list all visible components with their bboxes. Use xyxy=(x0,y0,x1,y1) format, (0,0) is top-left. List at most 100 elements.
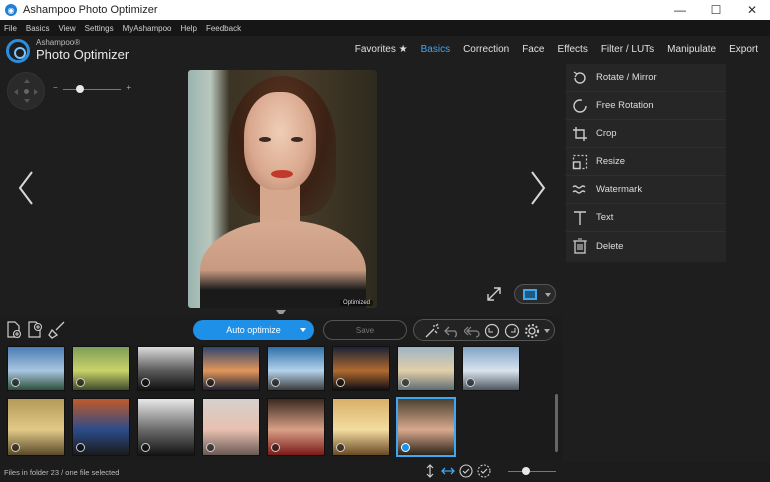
menu-view[interactable]: View xyxy=(58,24,75,33)
checked-icon[interactable] xyxy=(401,443,410,452)
view-mode-toggle[interactable] xyxy=(514,284,556,304)
tab-manipulate[interactable]: Manipulate xyxy=(667,44,716,55)
fit-height-icon[interactable] xyxy=(423,464,437,478)
select-checkbox[interactable] xyxy=(11,378,20,387)
thumbnail-size-knob[interactable] xyxy=(522,467,530,475)
menu-file[interactable]: File xyxy=(4,24,17,33)
menu-myashampoo[interactable]: MyAshampoo xyxy=(123,24,172,33)
select-all-icon[interactable] xyxy=(459,464,473,478)
select-checkbox[interactable] xyxy=(206,378,215,387)
zoom-knob[interactable] xyxy=(76,85,85,93)
menu-basics[interactable]: Basics xyxy=(26,24,50,33)
rotate-right-icon[interactable] xyxy=(504,323,520,339)
thumbnail-night-market[interactable] xyxy=(72,398,130,456)
zoom-out-icon[interactable]: − xyxy=(53,83,58,92)
zoom-slider[interactable]: − + xyxy=(53,83,131,96)
next-image-icon[interactable] xyxy=(528,170,548,206)
close-button[interactable]: ✕ xyxy=(734,0,770,20)
tab-favorites[interactable]: Favorites ★ xyxy=(355,44,408,55)
zoom-track[interactable] xyxy=(63,89,121,90)
panel-item-watermark[interactable]: Watermark xyxy=(566,176,726,204)
menu-feedback[interactable]: Feedback xyxy=(206,24,241,33)
grid-scrollbar[interactable] xyxy=(555,394,558,452)
header: Ashampoo® Photo Optimizer Favorites ★ Ba… xyxy=(0,36,770,66)
thumbnail-bw-canal[interactable] xyxy=(137,398,195,456)
chevron-down-icon[interactable] xyxy=(544,329,550,336)
save-button[interactable]: Save xyxy=(323,320,407,340)
undo-all-icon[interactable] xyxy=(464,323,480,339)
rotate-left-icon[interactable] xyxy=(484,323,500,339)
app-logo-icon: ◉ xyxy=(5,4,17,16)
thumbnail-portrait-golden[interactable] xyxy=(332,398,390,456)
tab-export[interactable]: Export xyxy=(729,44,758,55)
tab-effects[interactable]: Effects xyxy=(557,44,587,55)
select-checkbox[interactable] xyxy=(141,443,150,452)
panel-item-text[interactable]: Text xyxy=(566,204,726,232)
clear-list-broom-icon[interactable] xyxy=(48,321,66,339)
thumbnail-portrait-soft[interactable] xyxy=(202,398,260,456)
select-checkbox[interactable] xyxy=(336,378,345,387)
thumbnail-sunset-coast[interactable] xyxy=(202,346,260,391)
select-checkbox[interactable] xyxy=(466,378,475,387)
panel-item-label: Text xyxy=(596,212,614,223)
gear-icon[interactable] xyxy=(524,323,540,339)
single-view-icon[interactable] xyxy=(523,289,537,300)
thumbnail-skyline-water[interactable] xyxy=(397,346,455,391)
menu-bar: File Basics View Settings MyAshampoo Hel… xyxy=(0,20,770,36)
thumbnail-bw-street[interactable] xyxy=(137,346,195,391)
select-checkbox[interactable] xyxy=(271,378,280,387)
tab-basics[interactable]: Basics xyxy=(421,44,450,55)
pan-right-icon[interactable] xyxy=(34,89,41,95)
tab-filter-luts[interactable]: Filter / LUTs xyxy=(601,44,654,55)
thumbnail-size-slider[interactable] xyxy=(508,471,556,472)
panel-item-delete[interactable]: Delete xyxy=(566,232,726,260)
menu-settings[interactable]: Settings xyxy=(85,24,114,33)
thumbnail-alpine-lake[interactable] xyxy=(267,346,325,391)
thumbnail-city-night[interactable] xyxy=(332,346,390,391)
menu-help[interactable]: Help xyxy=(180,24,196,33)
thumbnail-portrait-selected[interactable] xyxy=(396,397,456,457)
tab-correction[interactable]: Correction xyxy=(463,44,509,55)
crop-icon xyxy=(571,125,589,143)
auto-optimize-label: Auto optimize xyxy=(226,325,281,335)
panel-item-crop[interactable]: Crop xyxy=(566,120,726,148)
zoom-in-icon[interactable]: + xyxy=(126,83,131,92)
tab-face[interactable]: Face xyxy=(522,44,544,55)
panel-item-free-rotation[interactable]: Free Rotation xyxy=(566,92,726,120)
select-checkbox[interactable] xyxy=(206,443,215,452)
main-photo[interactable]: Optimized xyxy=(188,70,377,308)
auto-optimize-button[interactable]: Auto optimize xyxy=(193,320,314,340)
add-file-icon[interactable] xyxy=(5,321,23,339)
panel-item-resize[interactable]: Resize xyxy=(566,148,726,176)
add-folder-file-icon[interactable] xyxy=(26,321,44,339)
previous-image-icon[interactable] xyxy=(16,170,36,206)
pan-control[interactable] xyxy=(7,72,45,110)
select-checkbox[interactable] xyxy=(336,443,345,452)
thumbnail-portrait-red[interactable] xyxy=(267,398,325,456)
thumbnail-lake-town[interactable] xyxy=(7,346,65,391)
thumbnail-harbor-dusk[interactable] xyxy=(462,346,520,391)
select-checkbox[interactable] xyxy=(271,443,280,452)
chevron-down-icon[interactable] xyxy=(300,328,306,335)
pan-center-icon[interactable] xyxy=(24,89,29,94)
pan-up-icon[interactable] xyxy=(24,76,30,83)
pan-left-icon[interactable] xyxy=(11,89,18,95)
fit-width-icon[interactable] xyxy=(441,464,455,478)
undo-icon[interactable] xyxy=(444,323,460,339)
chevron-down-icon[interactable] xyxy=(545,293,551,300)
select-checkbox[interactable] xyxy=(401,378,410,387)
select-checkbox[interactable] xyxy=(76,378,85,387)
select-checkbox[interactable] xyxy=(141,378,150,387)
thumbnail-buddha-statue[interactable] xyxy=(7,398,65,456)
select-checkbox[interactable] xyxy=(11,443,20,452)
pan-down-icon[interactable] xyxy=(24,99,30,106)
thumbnail-vintage-truck[interactable] xyxy=(72,346,130,391)
select-checkbox[interactable] xyxy=(76,443,85,452)
fullscreen-icon[interactable] xyxy=(486,286,502,302)
minimize-button[interactable]: — xyxy=(662,0,698,20)
deselect-icon[interactable] xyxy=(477,464,491,478)
magic-wand-icon[interactable] xyxy=(424,323,440,339)
maximize-button[interactable]: ☐ xyxy=(698,0,734,20)
panel-item-rotate-mirror[interactable]: Rotate / Mirror xyxy=(566,64,726,92)
photo-shoulders xyxy=(200,220,366,308)
